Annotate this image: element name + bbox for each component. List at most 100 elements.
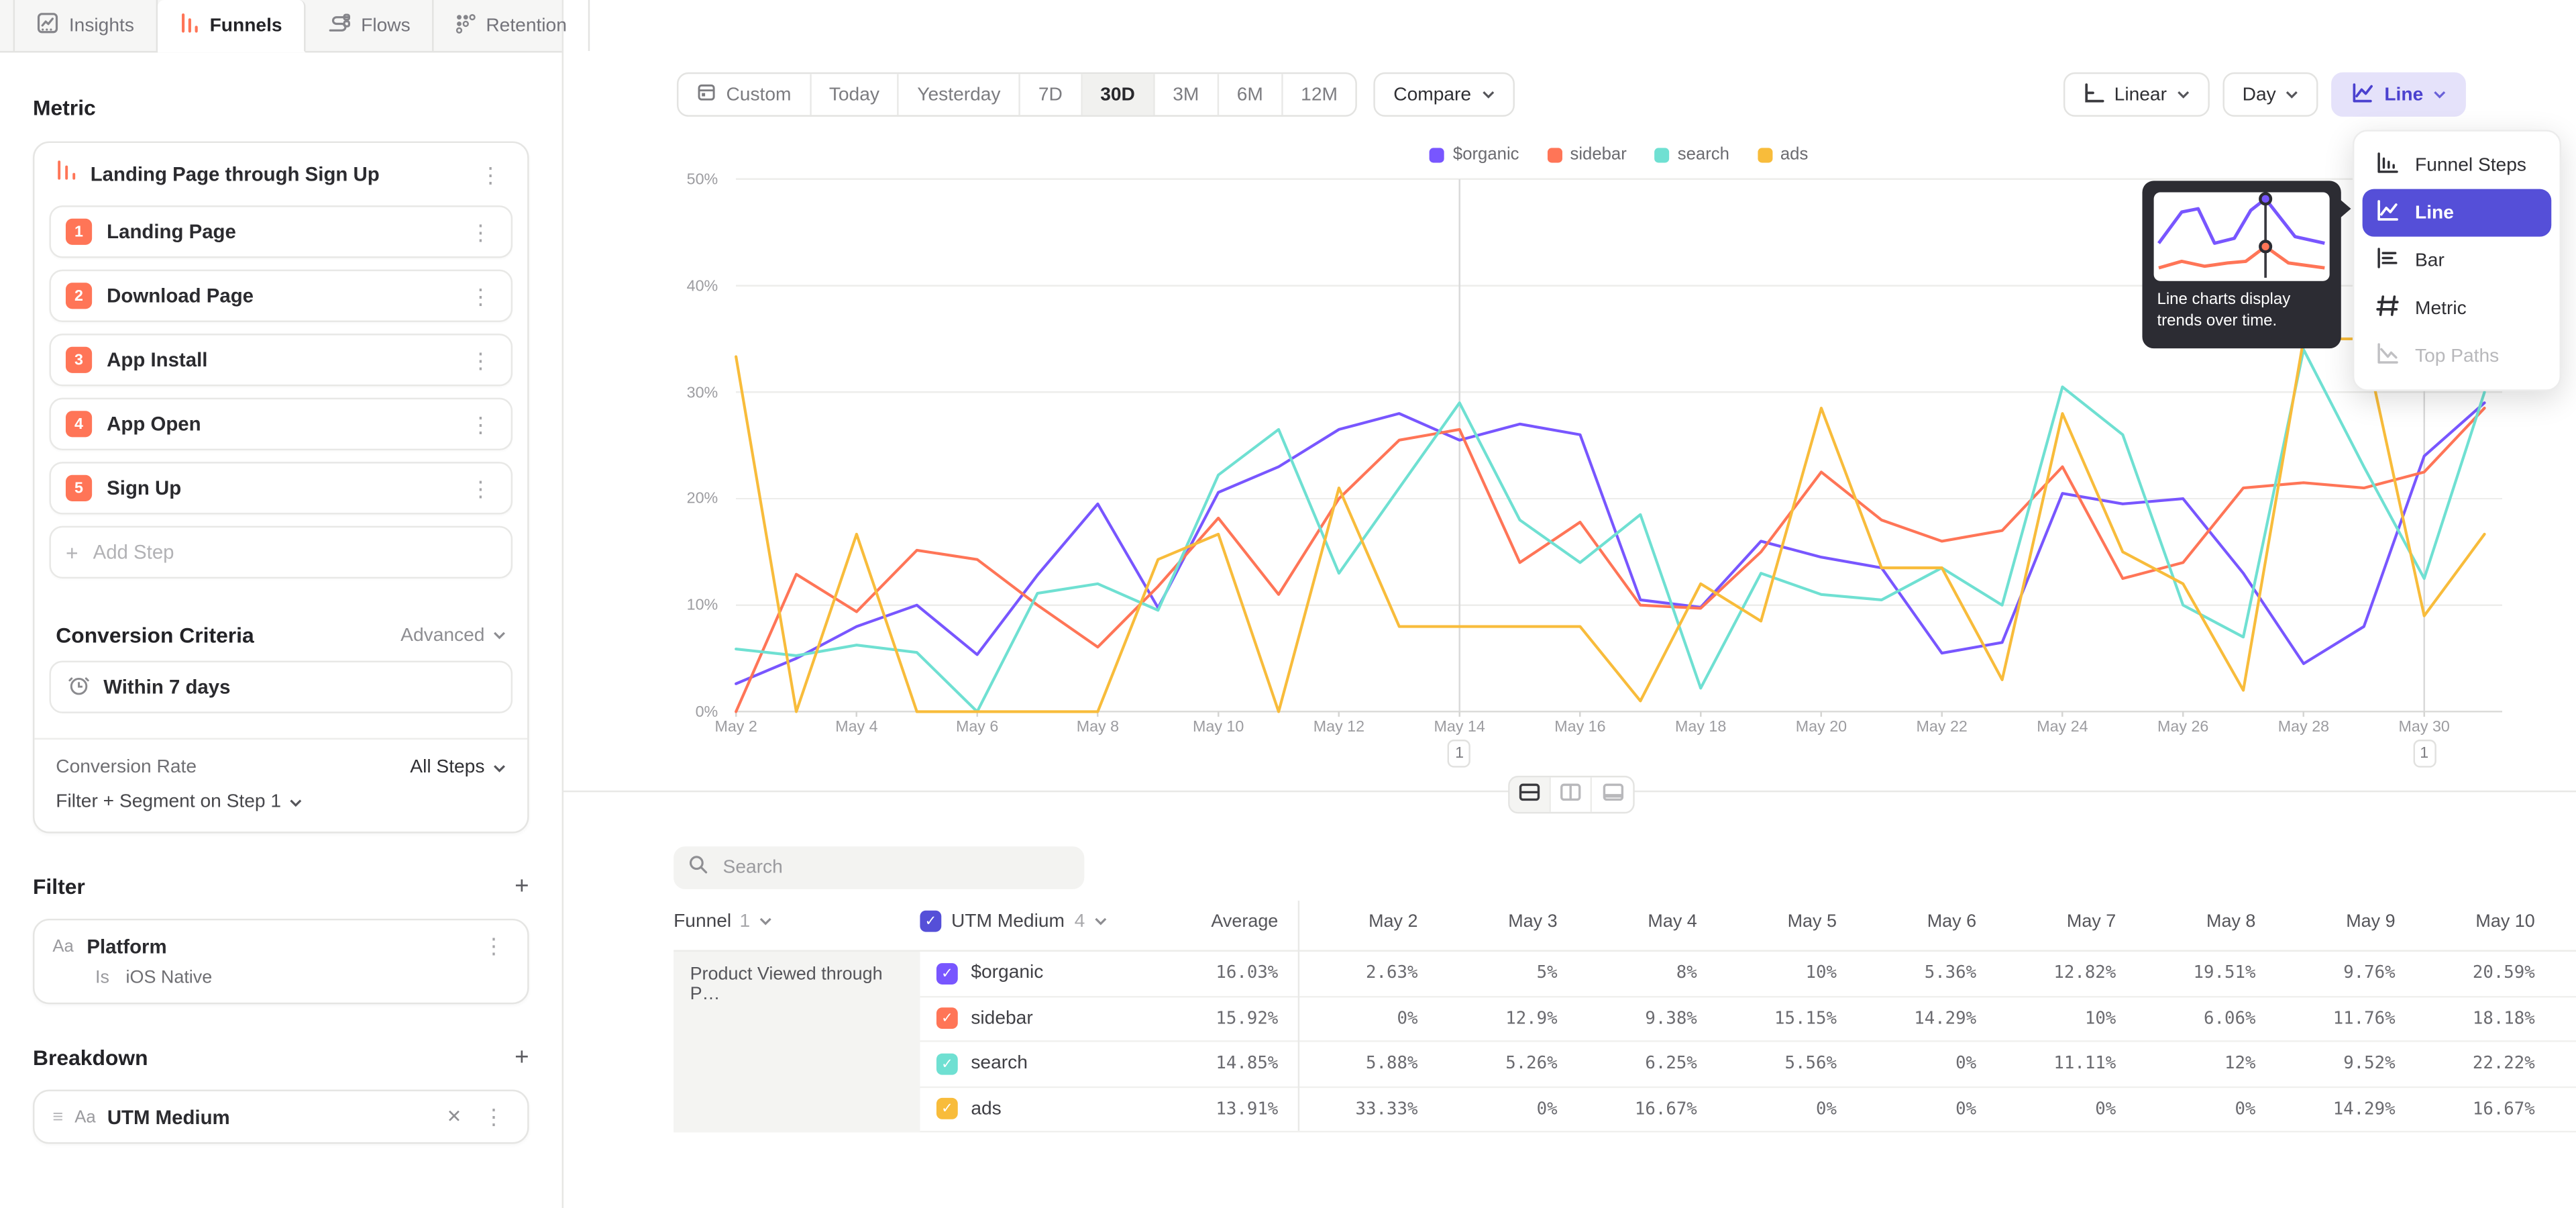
range-7d[interactable]: 7D xyxy=(1020,74,1082,115)
drag-handle-icon[interactable]: ≡ xyxy=(52,1107,63,1126)
series-checkbox[interactable]: ✓ xyxy=(936,1008,958,1029)
advanced-dropdown[interactable]: Advanced xyxy=(400,625,506,645)
range-custom[interactable]: Custom xyxy=(678,74,810,115)
series-checkbox[interactable]: ✓ xyxy=(936,1053,958,1074)
add-step-label: Add Step xyxy=(93,541,496,564)
funnel-steps-icon xyxy=(2375,151,2400,179)
menu-item-funnel-steps[interactable]: Funnel Steps xyxy=(2363,142,2552,189)
average-column-header[interactable]: Average xyxy=(1134,911,1298,931)
select-all-checkbox[interactable]: ✓ xyxy=(920,911,941,932)
breakdown-column-dropdown[interactable]: ✓ UTM Medium 4 xyxy=(920,911,1133,932)
all-steps-dropdown[interactable]: All Steps xyxy=(410,758,506,777)
day-value: 33.33% xyxy=(1298,1099,1438,1119)
scale-dropdown[interactable]: Linear xyxy=(2063,72,2210,117)
date-column-header[interactable]: May 7 xyxy=(1996,911,2136,931)
tab-insights[interactable]: Insights xyxy=(13,0,158,51)
chevron-down-icon xyxy=(2286,91,2299,99)
day-value: 16.67% xyxy=(1577,1099,1717,1119)
funnel-step-5[interactable]: 5Sign Up⋮ xyxy=(49,462,513,514)
range-today[interactable]: Today xyxy=(811,74,899,115)
menu-item-label: Line xyxy=(2415,203,2454,222)
legend-swatch xyxy=(1654,147,1669,162)
legend-swatch xyxy=(1547,147,1562,162)
compare-button[interactable]: Compare xyxy=(1374,72,1514,117)
series-checkbox[interactable]: ✓ xyxy=(936,1099,958,1120)
layout-chart-only-button[interactable] xyxy=(1592,777,1633,811)
funnel-step-3[interactable]: 3App Install⋮ xyxy=(49,334,513,386)
tab-retention[interactable]: Retention xyxy=(433,0,590,51)
funnel-title: Landing Page through Sign Up xyxy=(91,162,462,185)
legend-item-ads[interactable]: ads xyxy=(1758,145,1809,164)
date-column-header[interactable]: May 2 xyxy=(1298,911,1438,931)
filter-kebab-menu[interactable]: ⋮ xyxy=(478,934,510,958)
step-number-badge: 1 xyxy=(66,219,92,245)
series-checkbox[interactable]: ✓ xyxy=(936,962,958,984)
legend-item-organic[interactable]: $organic xyxy=(1430,145,1519,164)
table-search[interactable] xyxy=(674,846,1084,889)
chart-type-dropdown[interactable]: Line xyxy=(2332,72,2466,117)
tab-label: Insights xyxy=(69,15,134,35)
range-30d[interactable]: 30D xyxy=(1082,74,1155,115)
menu-item-line[interactable]: Line xyxy=(2363,189,2552,237)
funnel-column-dropdown[interactable]: Funnel 1 xyxy=(674,911,920,931)
add-breakdown-button[interactable]: + xyxy=(515,1044,529,1072)
date-column-header[interactable]: May 5 xyxy=(1717,911,1856,931)
add-step-button[interactable]: +Add Step xyxy=(49,526,513,578)
funnel-step-1[interactable]: 1Landing Page⋮ xyxy=(49,205,513,258)
step-number-badge: 4 xyxy=(66,411,92,437)
date-column-header[interactable]: May 10 xyxy=(2415,911,2555,931)
range-6m[interactable]: 6M xyxy=(1219,74,1283,115)
y-tick-label: 40% xyxy=(687,277,718,295)
range-yesterday[interactable]: Yesterday xyxy=(899,74,1020,115)
date-column-header[interactable]: May 6 xyxy=(1856,911,1996,931)
step-kebab-menu[interactable]: ⋮ xyxy=(465,476,496,501)
filter-segment-step-dropdown[interactable]: Filter + Segment on Step 1 xyxy=(56,792,506,811)
date-column-header[interactable]: May 8 xyxy=(2136,911,2275,931)
legend-label: ads xyxy=(1780,145,1808,164)
date-column-header[interactable]: May 3 xyxy=(1438,911,1577,931)
breakdown-kebab-menu[interactable]: ⋮ xyxy=(478,1105,510,1129)
search-input[interactable] xyxy=(720,856,1070,879)
split-vertical-icon xyxy=(1559,780,1582,809)
layout-split-horizontal-button[interactable] xyxy=(1510,777,1551,811)
menu-item-label: Metric xyxy=(2415,298,2467,317)
range-3m[interactable]: 3M xyxy=(1155,74,1218,115)
step-kebab-menu[interactable]: ⋮ xyxy=(465,219,496,244)
legend-item-sidebar[interactable]: sidebar xyxy=(1547,145,1627,164)
line-chart-icon xyxy=(2375,199,2400,227)
day-value: 9.52% xyxy=(2275,1054,2415,1073)
funnel-step-4[interactable]: 4App Open⋮ xyxy=(49,398,513,450)
funnel-step-2[interactable]: 2Download Page⋮ xyxy=(49,270,513,322)
step-kebab-menu[interactable]: ⋮ xyxy=(465,411,496,436)
menu-item-bar[interactable]: Bar xyxy=(2363,237,2552,285)
annotation-badge[interactable]: 1 xyxy=(1448,740,1471,768)
remove-breakdown-icon[interactable]: ✕ xyxy=(441,1106,466,1127)
step-kebab-menu[interactable]: ⋮ xyxy=(465,283,496,308)
legend-item-search[interactable]: search xyxy=(1654,145,1729,164)
table-row-organic: ✓$organic16.03%2.63%5%8%10%5.36%12.82%19… xyxy=(920,952,2576,997)
funnel-kebab-menu[interactable]: ⋮ xyxy=(475,162,506,187)
range-12m[interactable]: 12M xyxy=(1283,74,1356,115)
filter-value[interactable]: iOS Native xyxy=(126,968,213,987)
conversion-window-button[interactable]: Within 7 days xyxy=(49,660,513,713)
x-tick-label: May 20 xyxy=(1796,718,1847,736)
layout-split-vertical-button[interactable] xyxy=(1551,777,1592,811)
day-value: 5% xyxy=(1438,964,1577,983)
add-filter-button[interactable]: + xyxy=(515,872,529,901)
breakdown-property[interactable]: UTM Medium xyxy=(107,1105,430,1128)
date-column-header[interactable]: May 4 xyxy=(1577,911,1717,931)
tab-flows[interactable]: Flows xyxy=(305,0,433,51)
menu-item-metric[interactable]: Metric xyxy=(2363,285,2552,332)
insights-icon xyxy=(36,11,59,40)
filter-operator[interactable]: Is xyxy=(95,968,109,987)
filter-property[interactable]: Platform xyxy=(87,934,465,957)
date-column-header[interactable]: May 9 xyxy=(2275,911,2415,931)
line-chart-tooltip: Line charts display trends over time. xyxy=(2142,181,2341,348)
interval-dropdown[interactable]: Day xyxy=(2222,72,2318,117)
range-label: Custom xyxy=(726,85,791,104)
tab-funnels[interactable]: Funnels xyxy=(157,0,305,52)
sidebar-content: Metric Landing Page through Sign Up ⋮ 1L… xyxy=(0,95,562,1144)
series-name: $organic xyxy=(971,964,1043,983)
step-kebab-menu[interactable]: ⋮ xyxy=(465,348,496,372)
annotation-badge[interactable]: 1 xyxy=(2413,740,2436,768)
